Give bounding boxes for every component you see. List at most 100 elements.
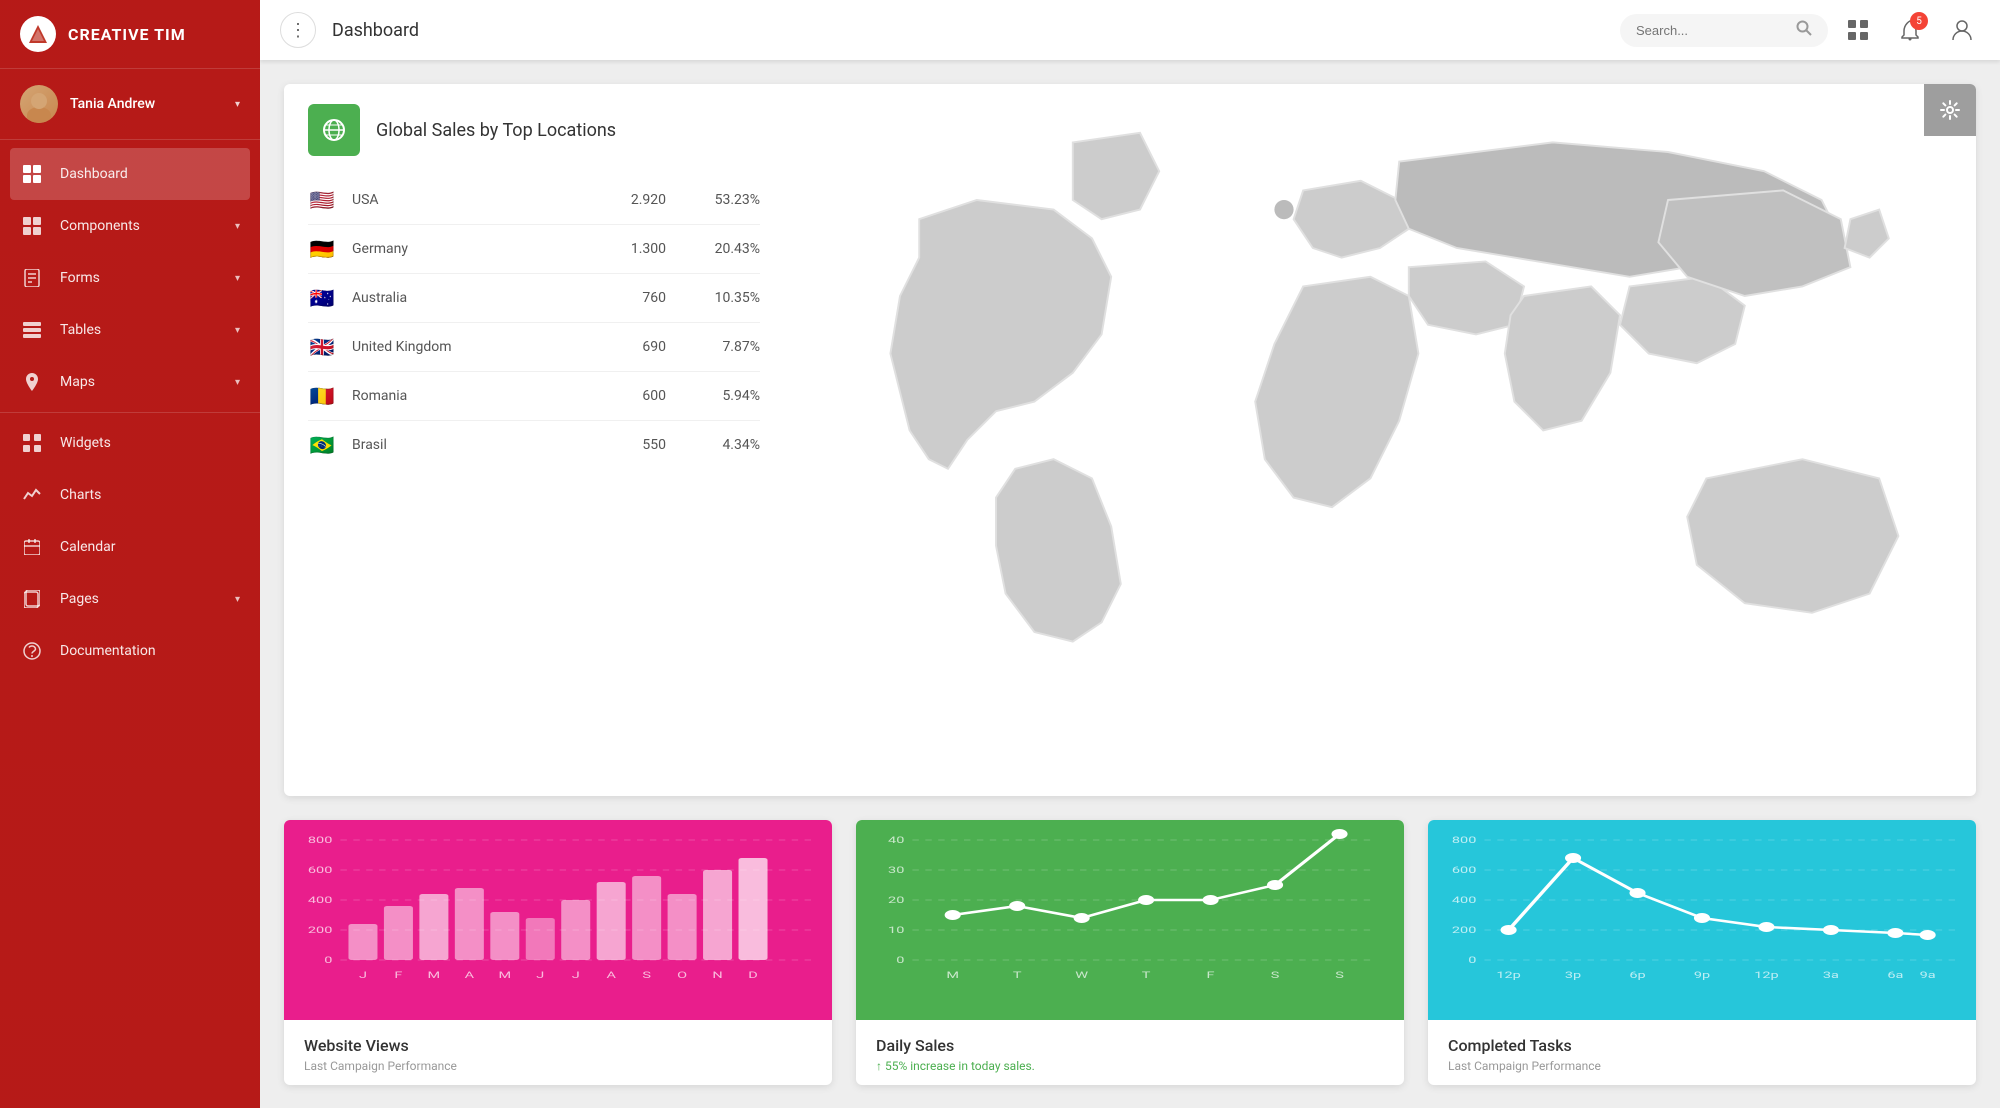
sales-value: 690	[586, 339, 666, 355]
chart-info: Daily Sales ↑ 55% increase in today sale…	[856, 1020, 1404, 1085]
svg-text:F: F	[1207, 970, 1215, 980]
sidebar: CREATIVE TIM Tania Andrew ▾ Dashboard	[0, 0, 260, 1108]
svg-text:10: 10	[888, 925, 905, 935]
notifications-button[interactable]: 5	[1892, 12, 1928, 48]
svg-text:N: N	[712, 970, 722, 980]
svg-text:J: J	[572, 970, 580, 980]
sidebar-item-components[interactable]: Components ▾	[0, 200, 260, 252]
svg-text:T: T	[1142, 970, 1151, 980]
header-actions: 5	[1840, 12, 1980, 48]
svg-text:400: 400	[1452, 895, 1477, 905]
svg-text:M: M	[428, 970, 441, 980]
completed-tasks-chart: 800 600 400 200 0	[1428, 820, 1976, 1020]
svg-text:12p: 12p	[1754, 970, 1779, 980]
country-name: USA	[352, 192, 586, 208]
flag-brasil: 🇧🇷	[308, 433, 336, 457]
page-content: Global Sales by Top Locations 🇺🇸 USA 2.9…	[260, 60, 2000, 1108]
widgets-icon	[20, 431, 44, 455]
svg-text:30: 30	[888, 865, 905, 875]
flag-germany: 🇩🇪	[308, 237, 336, 261]
chevron-down-icon: ▾	[235, 273, 240, 284]
table-row: 🇬🇧 United Kingdom 690 7.87%	[308, 323, 760, 372]
daily-sales-chart: 40 30 20 10 0	[856, 820, 1404, 1020]
grid-view-button[interactable]	[1840, 12, 1876, 48]
sidebar-item-charts[interactable]: Charts	[0, 469, 260, 521]
world-map	[804, 104, 1956, 776]
svg-text:0: 0	[1468, 955, 1476, 965]
chart-title: Daily Sales	[876, 1036, 1384, 1055]
search-input[interactable]	[1636, 23, 1796, 38]
sales-value: 1.300	[586, 241, 666, 257]
sidebar-item-label: Maps	[60, 374, 235, 390]
search-container	[1620, 14, 1828, 47]
sales-pct: 20.43%	[690, 241, 760, 257]
chart-title: Completed Tasks	[1448, 1036, 1956, 1055]
user-menu[interactable]: Tania Andrew ▾	[0, 69, 260, 140]
dashboard-icon	[20, 162, 44, 186]
settings-button[interactable]	[1924, 84, 1976, 136]
svg-text:0: 0	[324, 955, 332, 965]
menu-button[interactable]: ⋮	[280, 12, 316, 48]
svg-text:F: F	[394, 970, 402, 980]
svg-text:600: 600	[1452, 865, 1477, 875]
header: ⋮ Dashboard	[260, 0, 2000, 60]
chevron-down-icon: ▾	[235, 594, 240, 605]
svg-text:9p: 9p	[1694, 970, 1711, 980]
user-dropdown-arrow: ▾	[235, 99, 240, 110]
website-views-card: 800 600 400 200 0	[284, 820, 832, 1085]
sidebar-item-label: Tables	[60, 322, 235, 338]
flag-usa: 🇺🇸	[308, 188, 336, 212]
sidebar-item-dashboard[interactable]: Dashboard	[10, 148, 250, 200]
notification-count: 5	[1910, 12, 1928, 30]
sidebar-item-label: Widgets	[60, 435, 240, 451]
country-name: Brasil	[352, 437, 586, 453]
country-name: United Kingdom	[352, 339, 586, 355]
sales-table: 🇺🇸 USA 2.920 53.23% 🇩🇪 Germany 1.300 20.…	[308, 176, 760, 469]
chevron-down-icon: ▾	[235, 325, 240, 336]
svg-text:J: J	[359, 970, 367, 980]
svg-text:40: 40	[888, 835, 905, 845]
charts-icon	[20, 483, 44, 507]
svg-text:200: 200	[1452, 925, 1477, 935]
svg-text:0: 0	[896, 955, 904, 965]
table-row: 🇦🇺 Australia 760 10.35%	[308, 274, 760, 323]
sidebar-item-documentation[interactable]: Documentation	[0, 625, 260, 677]
svg-text:A: A	[606, 970, 616, 980]
username: Tania Andrew	[70, 96, 235, 112]
table-row: 🇩🇪 Germany 1.300 20.43%	[308, 225, 760, 274]
sidebar-item-label: Dashboard	[60, 166, 240, 182]
components-icon	[20, 214, 44, 238]
flag-romania: 🇷🇴	[308, 384, 336, 408]
table-row: 🇷🇴 Romania 600 5.94%	[308, 372, 760, 421]
sidebar-item-label: Calendar	[60, 539, 240, 555]
svg-text:800: 800	[1452, 835, 1477, 845]
sidebar-item-calendar[interactable]: Calendar	[0, 521, 260, 573]
global-sales-card: Global Sales by Top Locations 🇺🇸 USA 2.9…	[284, 84, 1976, 796]
sidebar-item-maps[interactable]: Maps ▾	[0, 356, 260, 408]
table-row: 🇺🇸 USA 2.920 53.23%	[308, 176, 760, 225]
svg-text:600: 600	[308, 865, 333, 875]
flag-australia: 🇦🇺	[308, 286, 336, 310]
svg-text:W: W	[1075, 970, 1088, 980]
sidebar-item-widgets[interactable]: Widgets	[0, 417, 260, 469]
svg-text:3a: 3a	[1823, 970, 1839, 980]
sidebar-header: CREATIVE TIM	[0, 0, 260, 69]
svg-text:T: T	[1013, 970, 1022, 980]
svg-text:D: D	[748, 970, 758, 980]
completed-tasks-card: 800 600 400 200 0	[1428, 820, 1976, 1085]
documentation-icon	[20, 639, 44, 663]
maps-icon	[20, 370, 44, 394]
page-title: Dashboard	[332, 20, 1620, 41]
chart-info: Completed Tasks Last Campaign Performanc…	[1428, 1020, 1976, 1085]
chart-info: Website Views Last Campaign Performance	[284, 1020, 832, 1085]
world-map-container	[784, 84, 1976, 796]
sidebar-item-forms[interactable]: Forms ▾	[0, 252, 260, 304]
sidebar-item-pages[interactable]: Pages ▾	[0, 573, 260, 625]
search-button[interactable]	[1796, 20, 1812, 41]
chart-subtitle: Last Campaign Performance	[1448, 1059, 1956, 1073]
svg-text:800: 800	[308, 835, 333, 845]
sidebar-item-label: Pages	[60, 591, 235, 607]
user-profile-button[interactable]	[1944, 12, 1980, 48]
sales-value: 760	[586, 290, 666, 306]
sidebar-item-tables[interactable]: Tables ▾	[0, 304, 260, 356]
